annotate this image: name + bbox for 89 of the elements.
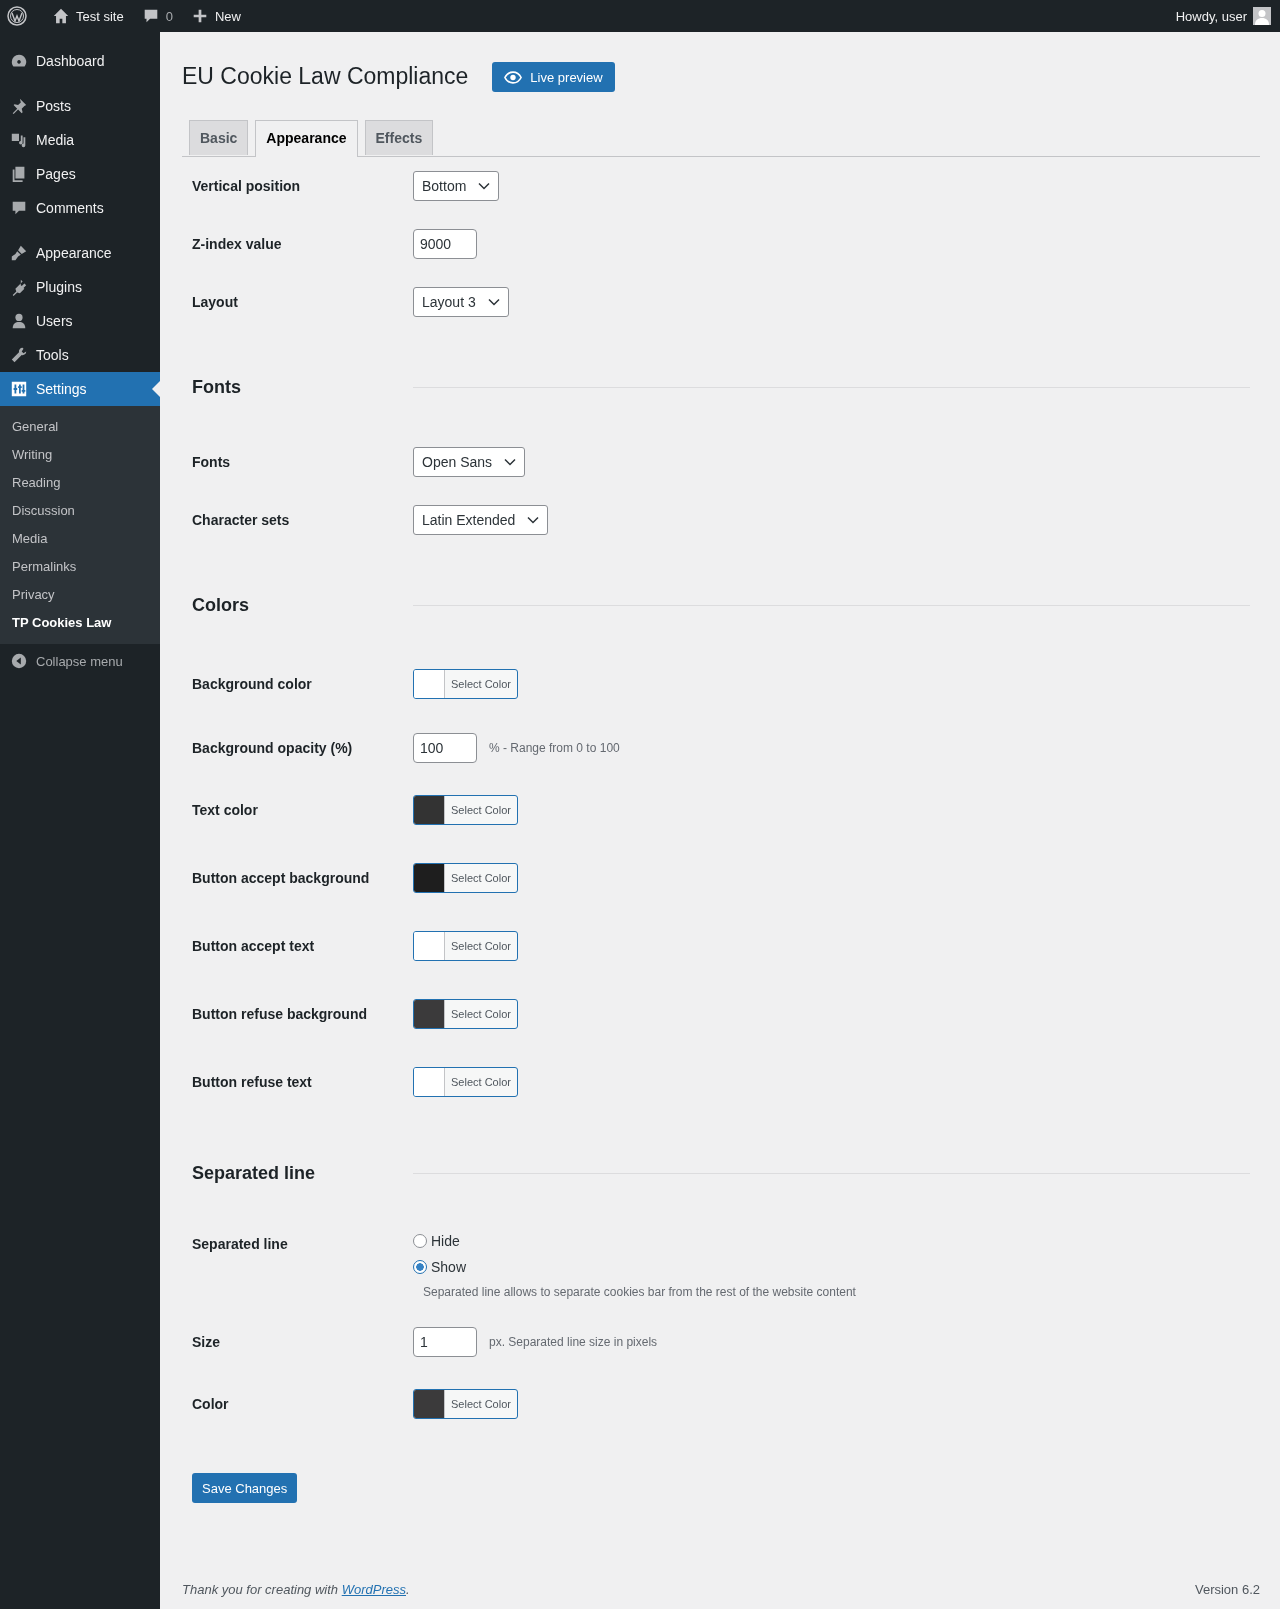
submenu-item[interactable]: General [0, 413, 160, 441]
field-label: Character sets [192, 511, 291, 530]
dropdown[interactable]: Bottom [413, 171, 500, 201]
field-label: Background color [192, 675, 313, 694]
section-heading: Fonts [192, 376, 242, 398]
menu-item[interactable]: Plugins [0, 270, 160, 304]
menu-item[interactable]: Settings [0, 372, 160, 406]
user-icon [10, 312, 28, 330]
submenu-item[interactable]: Discussion [0, 497, 160, 525]
tab[interactable]: Basic [189, 120, 249, 155]
radio-option[interactable]: Hide [413, 1233, 1250, 1249]
menu-item[interactable]: Tools [0, 338, 160, 372]
field-label: Button accept background [192, 869, 371, 888]
field-label: Button refuse background [192, 1005, 368, 1024]
submenu-item[interactable]: Reading [0, 469, 160, 497]
page-title: EU Cookie Law Compliance [182, 62, 469, 92]
footer-text: Thank you for creating with WordPress. [182, 1582, 410, 1597]
plug-icon [10, 278, 28, 296]
section-heading: Colors [192, 594, 250, 616]
radio-option[interactable]: Show [413, 1259, 1250, 1275]
settings-icon [10, 380, 28, 398]
field-label: Z-index value [192, 235, 283, 254]
submenu-item[interactable]: Privacy [0, 581, 160, 609]
menu-item[interactable]: Dashboard [0, 44, 160, 78]
wordpress-link[interactable]: WordPress [341, 1582, 406, 1597]
radio-button[interactable] [413, 1234, 427, 1248]
radio-button[interactable] [413, 1260, 427, 1274]
field-label: Separated line [192, 1235, 289, 1254]
color-picker-button[interactable]: Select Color [413, 863, 518, 893]
description-text: Separated line allows to separate cookies bar from the rest of the website content [423, 1285, 857, 1299]
input-field[interactable]: 9000 [413, 229, 477, 259]
menu-item[interactable]: Comments [0, 191, 160, 225]
pointer-icon [152, 381, 160, 397]
chevron-icon [527, 516, 540, 524]
field-label: Button accept text [192, 937, 316, 956]
wrench-icon [10, 346, 28, 364]
color-picker-button[interactable]: Select Color [413, 1067, 518, 1097]
tab[interactable]: Effects [364, 120, 434, 155]
pin-icon [10, 97, 28, 115]
comments-link[interactable]: 0 [132, 0, 182, 32]
hint-text: % - Range from 0 to 100 [489, 741, 620, 755]
eye-icon [504, 70, 523, 84]
menu-item[interactable]: Pages [0, 157, 160, 191]
live-preview-button[interactable]: Live preview [492, 62, 615, 92]
field-label: Text color [192, 801, 259, 820]
menu-item[interactable]: Posts [0, 89, 160, 123]
input-field[interactable]: 1 [413, 1327, 477, 1357]
menu-item[interactable]: Users [0, 304, 160, 338]
field-label: Vertical position [192, 177, 302, 196]
section-heading: Separated line [192, 1162, 317, 1184]
field-label: Background opacity (%) [192, 739, 354, 758]
submenu-item[interactable]: TP Cookies Law [0, 609, 160, 637]
menu-item[interactable]: Media [0, 123, 160, 157]
submenu-item[interactable]: Media [0, 525, 160, 553]
input-field[interactable]: 100 [413, 733, 477, 763]
dropdown[interactable]: Latin Extended [413, 505, 549, 535]
hint-text: px. Separated line size in pixels [489, 1335, 658, 1349]
color-picker-button[interactable]: Select Color [413, 669, 518, 699]
chevron-icon [478, 182, 491, 190]
tab[interactable]: Appearance [255, 120, 358, 157]
avatar-icon [1253, 7, 1271, 25]
color-picker-button[interactable]: Select Color [413, 795, 518, 825]
home-icon [52, 7, 70, 25]
dropdown[interactable]: Open Sans [413, 447, 526, 477]
chevron-icon [504, 458, 517, 466]
comment-icon [10, 199, 28, 217]
collapse-icon [10, 652, 28, 670]
wordpress-logo-icon[interactable] [7, 6, 27, 26]
field-label: Button refuse text [192, 1073, 313, 1092]
field-label: Size [192, 1333, 221, 1352]
menu-item[interactable]: Appearance [0, 236, 160, 270]
brush-icon [10, 244, 28, 262]
color-picker-button[interactable]: Select Color [413, 1389, 518, 1419]
field-label: Color [192, 1395, 230, 1414]
media-icon [10, 131, 28, 149]
color-picker-button[interactable]: Select Color [413, 999, 518, 1029]
account-link[interactable]: Howdy, user [1166, 0, 1280, 32]
save-changes-button[interactable]: Save Changes [192, 1473, 298, 1503]
chevron-icon [487, 298, 500, 306]
new-link[interactable]: New [181, 0, 250, 32]
field-label: Layout [192, 293, 239, 312]
submenu-item[interactable]: Permalinks [0, 553, 160, 581]
color-picker-button[interactable]: Select Color [413, 931, 518, 961]
dropdown[interactable]: Layout 3 [413, 287, 509, 317]
collapse-menu-button[interactable]: Collapse menu [0, 644, 160, 678]
field-label: Fonts [192, 453, 232, 472]
version-text: Version 6.2 [1194, 1582, 1260, 1597]
site-link[interactable]: Test site [43, 0, 133, 32]
submenu-item[interactable]: Writing [0, 441, 160, 469]
